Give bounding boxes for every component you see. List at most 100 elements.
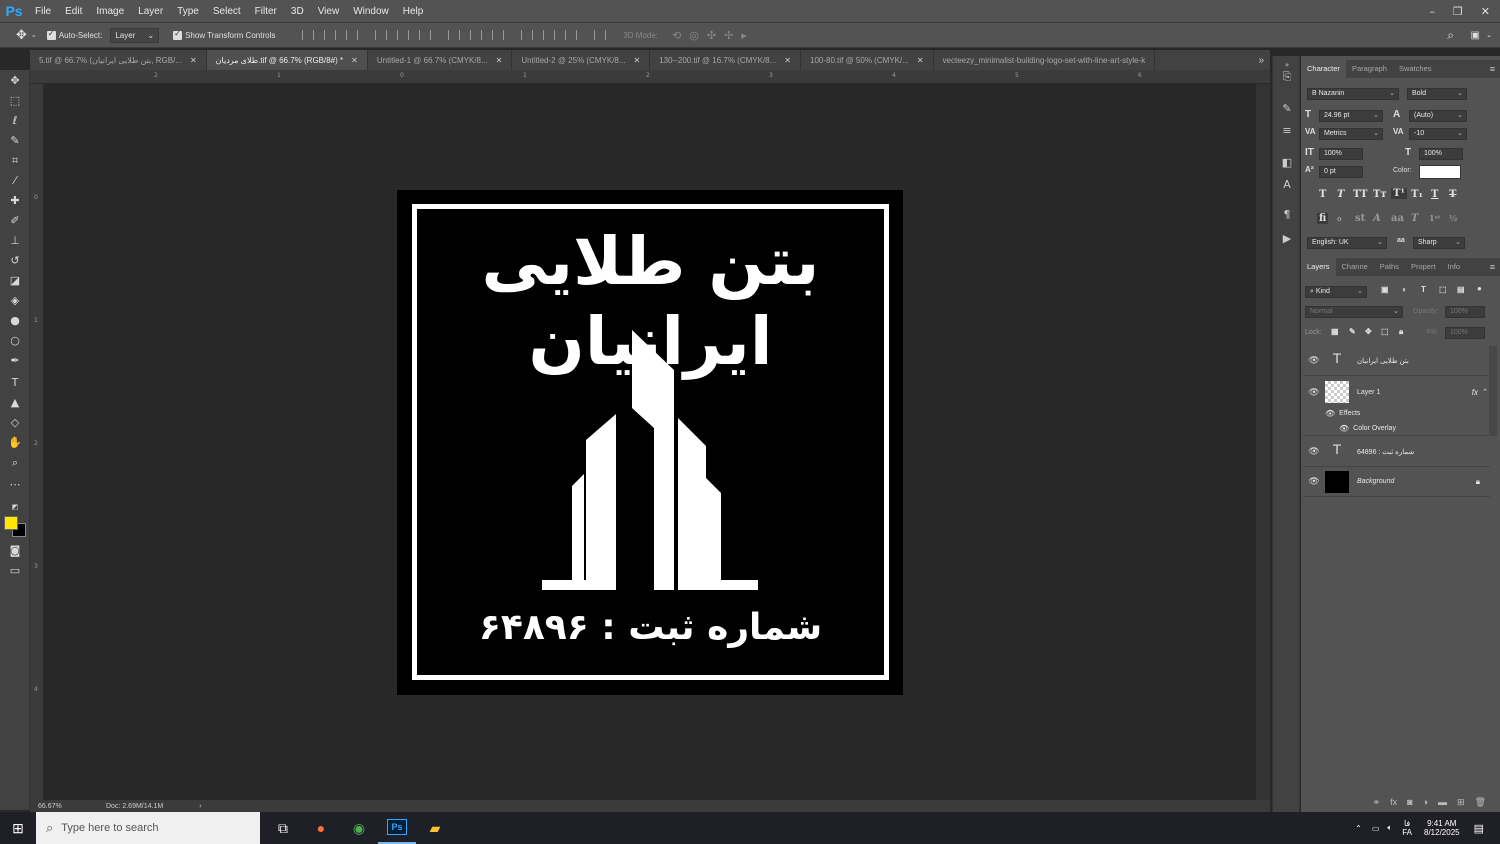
close-tab-icon[interactable]: ✕ [784,56,791,65]
font-family-field[interactable]: B Nazanin ⌄ [1307,88,1399,100]
menu-select[interactable]: Select [206,6,248,17]
visibility-eye-icon[interactable]: 👁︎ [1303,476,1325,487]
eraser-tool-icon[interactable]: ◪ [7,274,23,288]
foreground-color-swatch[interactable] [4,516,18,530]
workspace-icon[interactable]: ▣ [1471,30,1480,41]
tab-properties[interactable]: Propert [1405,258,1442,276]
tab-paragraph[interactable]: Paragraph [1346,60,1393,78]
default-colors-icon[interactable]: ◩ [7,500,23,514]
visibility-eye-icon[interactable]: 👁︎ [1303,446,1325,457]
distribute-left-icon[interactable] [521,30,534,40]
filter-shape-icon[interactable]: ⬚ [1439,285,1447,294]
more-tools-icon[interactable]: ⋯ [7,478,23,492]
firefox-icon[interactable]: ● [302,812,340,844]
layer-effects-row[interactable]: 👁︎ Effects [1303,406,1490,421]
menu-help[interactable]: Help [396,6,431,17]
auto-align-icon[interactable] [594,30,607,40]
photoshop-taskbar-icon[interactable]: Ps [378,812,416,844]
visibility-eye-icon[interactable]: 👁︎ [1303,355,1325,366]
text-color-swatch[interactable] [1419,165,1461,179]
align-vcenter-icon[interactable] [324,30,337,40]
kerning-field[interactable]: Metrics ⌄ [1319,128,1383,140]
taskbar-search-box[interactable]: ⌕ Type here to search [36,812,260,844]
close-tab-icon[interactable]: ✕ [917,56,924,65]
anti-alias-field[interactable]: Sharp ⌄ [1413,237,1465,249]
lock-pixels-icon[interactable]: ✎ [1349,327,1356,336]
tab-paths[interactable]: Paths [1374,258,1405,276]
new-adjustment-icon[interactable]: ◑ [1423,797,1428,807]
screen-mode-icon[interactable]: ▭ [7,564,23,578]
auto-select-target-dropdown[interactable]: Layer ⌄ [110,27,160,43]
close-button[interactable]: ✕ [1481,5,1490,18]
stylistic-icon[interactable]: st [1355,213,1365,224]
panel-menu-icon[interactable]: ≡ [1490,64,1495,74]
tab-channels[interactable]: Channe [1336,258,1374,276]
tab-document-6[interactable]: 100-80.tif @ 50% (CMYK/... ✕ [801,50,934,70]
layer-row-background[interactable]: 👁︎ Background 🔒︎ [1303,467,1490,497]
visibility-eye-icon[interactable]: 👁︎ [1325,409,1335,418]
add-style-icon[interactable]: fx [1390,797,1397,807]
lasso-tool-icon[interactable]: ℓ [7,114,23,128]
show-hidden-icons-icon[interactable]: ⌃ [1355,824,1362,833]
adjustments-panel-icon[interactable]: ≡ [1280,124,1294,138]
menu-type[interactable]: Type [170,6,206,17]
blur-tool-icon[interactable]: ● [7,314,23,328]
tab-character[interactable]: Character [1301,60,1346,78]
language-field[interactable]: English: UK ⌄ [1307,237,1387,249]
add-mask-icon[interactable]: ◙ [1407,797,1412,807]
network-icon[interactable]: ▭ [1372,824,1380,833]
contextual-icon[interactable]: T [1411,213,1418,224]
lock-all-icon[interactable]: 🔒︎ [1399,327,1403,337]
expand-effects-icon[interactable]: ⌃ [1482,388,1488,396]
menu-file[interactable]: File [28,6,58,17]
filter-smart-icon[interactable]: ▤ [1457,285,1465,294]
link-layers-icon[interactable]: ⚭ [1373,797,1381,808]
tab-document-7[interactable]: vecteezy_minimalist-building-logo-set-wi… [934,50,1156,70]
align-hcenter-icon[interactable] [397,30,410,40]
close-tab-icon[interactable]: ✕ [351,56,358,65]
menu-filter[interactable]: Filter [248,6,284,17]
distribute-vcenter-icon[interactable] [470,30,483,40]
paint-bucket-tool-icon[interactable]: ◈ [7,294,23,308]
pen-tool-icon[interactable]: ✒ [7,354,23,368]
layer-row-layer-1[interactable]: 👁︎ Layer 1 fx ⌃ [1303,376,1490,408]
more-tabs-icon[interactable]: » [1258,55,1264,66]
3d-slide-icon[interactable]: ✢ [724,29,733,42]
minimize-button[interactable]: – [1429,5,1435,18]
dodge-tool-icon[interactable]: ○ [7,334,23,348]
layer-row-registration-text[interactable]: 👁︎ T شماره ثبت : 64896 [1303,437,1490,467]
file-explorer-icon[interactable]: ▰ [416,812,454,844]
layers-scrollbar[interactable] [1489,346,1497,436]
chrome-icon[interactable]: ◉ [340,812,378,844]
brush-tool-icon[interactable]: ✐ [7,214,23,228]
fx-badge[interactable]: fx [1472,388,1478,397]
zoom-level[interactable]: 66.67% [38,803,98,810]
lock-artboard-icon[interactable]: ⬚ [1381,327,1389,336]
strikethrough-icon[interactable]: T [1449,189,1456,200]
tab-document-5[interactable]: 130--200.tif @ 16.7% (CMYK/8... ✕ [650,50,801,70]
move-tool-icon[interactable]: ✥ [16,27,27,43]
tab-layers[interactable]: Layers [1301,258,1336,276]
libraries-panel-icon[interactable]: ◧ [1280,156,1294,170]
windows-start-icon[interactable]: ⊞ [0,812,36,844]
close-tab-icon[interactable]: ✕ [634,56,641,65]
new-group-icon[interactable]: ▬ [1438,797,1447,807]
align-bottom-icon[interactable] [346,30,359,40]
vertical-scale-field[interactable]: 100% [1319,148,1363,160]
play-action-icon[interactable]: ▶ [1280,232,1294,246]
crop-tool-icon[interactable]: ⌗ [7,154,23,168]
visibility-eye-icon[interactable]: 👁︎ [1303,387,1325,398]
workspace-chevron-icon[interactable]: ⌄ [1486,31,1492,39]
close-tab-icon[interactable]: ✕ [190,56,197,65]
lock-position-icon[interactable]: ✥ [1365,327,1372,336]
history-panel-icon[interactable]: ⎘ [1280,70,1294,84]
titling-icon[interactable]: aa [1391,213,1404,224]
tab-document-4[interactable]: Untitled-2 @ 25% (CMYK/8... ✕ [512,50,651,70]
volume-icon[interactable]: 🔈︎ [1387,823,1392,833]
zoom-tool-icon[interactable]: ⌕ [7,456,23,470]
tab-document-2[interactable]: طلای مردیان.tif @ 66.7% (RGB/8#) * ✕ [206,50,368,70]
font-size-field[interactable]: 24.96 pt ⌄ [1319,110,1383,122]
align-left-icon[interactable] [375,30,388,40]
paragraph-styles-icon[interactable]: ¶ [1280,208,1294,222]
show-transform-checkbox[interactable] [173,29,183,40]
